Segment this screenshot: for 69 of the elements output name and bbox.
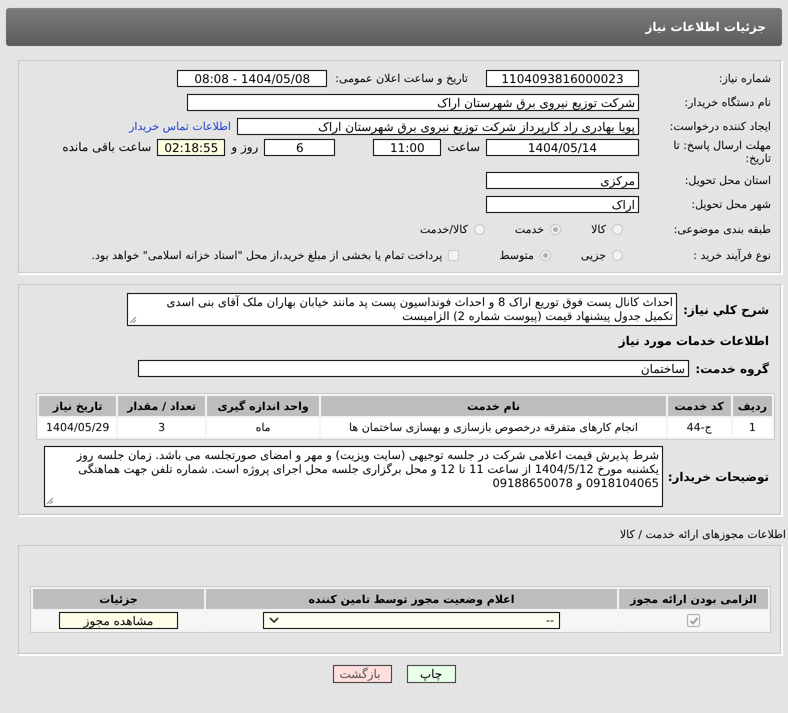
column-header: اعلام وضعیت مجوز توسط تامین کننده [206,589,617,609]
notes-text: شرط پذیرش قیمت اعلامی شرکت در جلسه توجیهی (سایت ویزیت) و مهر و امضای صورتجلسه می باشد. زمان جلسه روز یکشنبه مورخ 1404/5/12 از ساعت 11 تا 12 و محل برگزاری جلسه محل اجرای پروژه است. شماره تلفن جهت هماهنگی 0918104065 و 09188650078 [75,448,659,490]
table-cell: 3 [118,418,205,437]
text-field[interactable]: 1104093816000023 [486,70,639,86]
column-header: تاریخ نیاز [39,396,116,416]
table-cell: انجام کارهای متفرقه درخصوص بازسازی و بهسازی ساختمان ها [321,418,666,437]
table-cell: ج-44 [668,418,731,437]
print-button[interactable]: چاپ [406,665,456,683]
text-field[interactable]: ساختمان [138,360,689,377]
description-field[interactable]: احداث کانال پست فوق توریع اراک 8 و احداث فونداسیون پست پد مانند خیابان بهاران ملک آقای بنی اسدی تکمیل جدول پیشنهاد قیمت (پیوست شماره 2) الزامیست [127,293,677,326]
field-label: ایجاد کننده درخواست: [668,120,772,132]
view-permit-button[interactable]: مشاهده مجوز [59,612,178,629]
table-cell: ماه [206,418,320,437]
radio-button[interactable] [550,224,562,234]
text-field[interactable]: 02:18:55 [157,139,226,156]
text-field[interactable]: شرکت توزیع نیروی برق شهرستان اراک [187,94,639,110]
field-label: تاریخ و ساعت اعلان عمومی: [335,72,469,84]
option-label: خدمت [514,222,544,236]
column-header: ردیف [732,396,772,416]
option-label: جزیی [580,248,606,262]
checkbox-label: پرداخت تمام یا بخشی از مبلغ خرید،از محل "اسناد خزانه اسلامی" خواهد بود. [92,248,442,262]
option-label: کالا [591,222,606,236]
radio-button[interactable] [540,250,551,260]
table-cell: 1404/05/29 [39,418,116,437]
status-dropdown[interactable]: -- [263,612,560,629]
back-button[interactable]: بازگشت [332,665,392,683]
radio-button[interactable] [612,250,623,260]
column-header: نام خدمت [321,396,666,416]
field-label: استان محل تحویل: [684,174,772,186]
days-label: روز و [231,139,258,156]
radio-button[interactable] [612,224,623,234]
text-field[interactable]: پویا بهادری راد کارپرداز شرکت توزیع نیروی برق شهرستان اراک [237,118,639,134]
field-label: گروه خدمت: [694,362,769,376]
text-field[interactable]: 1404/05/08 - 08:08 [177,70,328,86]
description-text: احداث کانال پست فوق توریع اراک 8 و احداث فونداسیون پست پد مانند خیابان بهاران ملک آقای بنی اسدی تکمیل جدول پیشنهاد قیمت (پیوست شماره 2) الزامیست [165,295,673,323]
resize-grip-icon[interactable] [129,316,137,324]
chevron-down-icon [269,617,279,624]
field-label: طبقه بندی موضوعی: [672,222,772,236]
field-label: توضیحات خریدار: [666,470,769,484]
text-field[interactable]: 11:00 [373,139,442,156]
resize-grip-icon[interactable] [46,497,54,505]
field-label: مهلت ارسال پاسخ: تا تاریخ: [672,139,772,165]
text-field[interactable]: 1404/05/14 [486,139,639,156]
notes-field[interactable] [44,446,663,507]
column-header: جزئیات [33,589,204,609]
text-field[interactable]: اراک [486,196,639,212]
column-header: واحد اندازه گیری [206,396,320,416]
section-title: اطلاعات خدمات مورد نیاز [617,334,769,348]
page-title: جزئیات اطلاعات نیاز [645,20,766,34]
field-label: شهر محل تحویل: [690,198,772,210]
field-label: شماره نیاز: [718,72,772,84]
checkbox[interactable] [448,250,460,260]
field-label: نام دستگاه خریدار: [683,96,772,108]
text-field[interactable]: 6 [264,139,336,156]
table-cell: 1 [732,418,772,437]
text-field[interactable]: مرکزی [486,172,639,188]
section-title: اطلاعات مجوزهای ارائه خدمت / کالا [618,528,786,541]
checkbox[interactable] [687,614,700,627]
radio-button[interactable] [474,224,485,234]
column-header: الزامی بودن ارائه مجوز [619,589,768,609]
option-label: متوسط [499,248,534,262]
time-label: ساعت [447,139,480,156]
field-label: شرح کلي نياز: [682,302,769,316]
column-header: کد خدمت [668,396,731,416]
contact-link[interactable]: اطلاعات تماس خریدار [129,120,231,132]
field-label: نوع فرآیند خرید : [692,248,772,262]
column-header: تعداد / مقدار [118,396,205,416]
remaining-label: ساعت باقی مانده [62,139,152,156]
option-label: کالا/خدمت [420,222,468,236]
